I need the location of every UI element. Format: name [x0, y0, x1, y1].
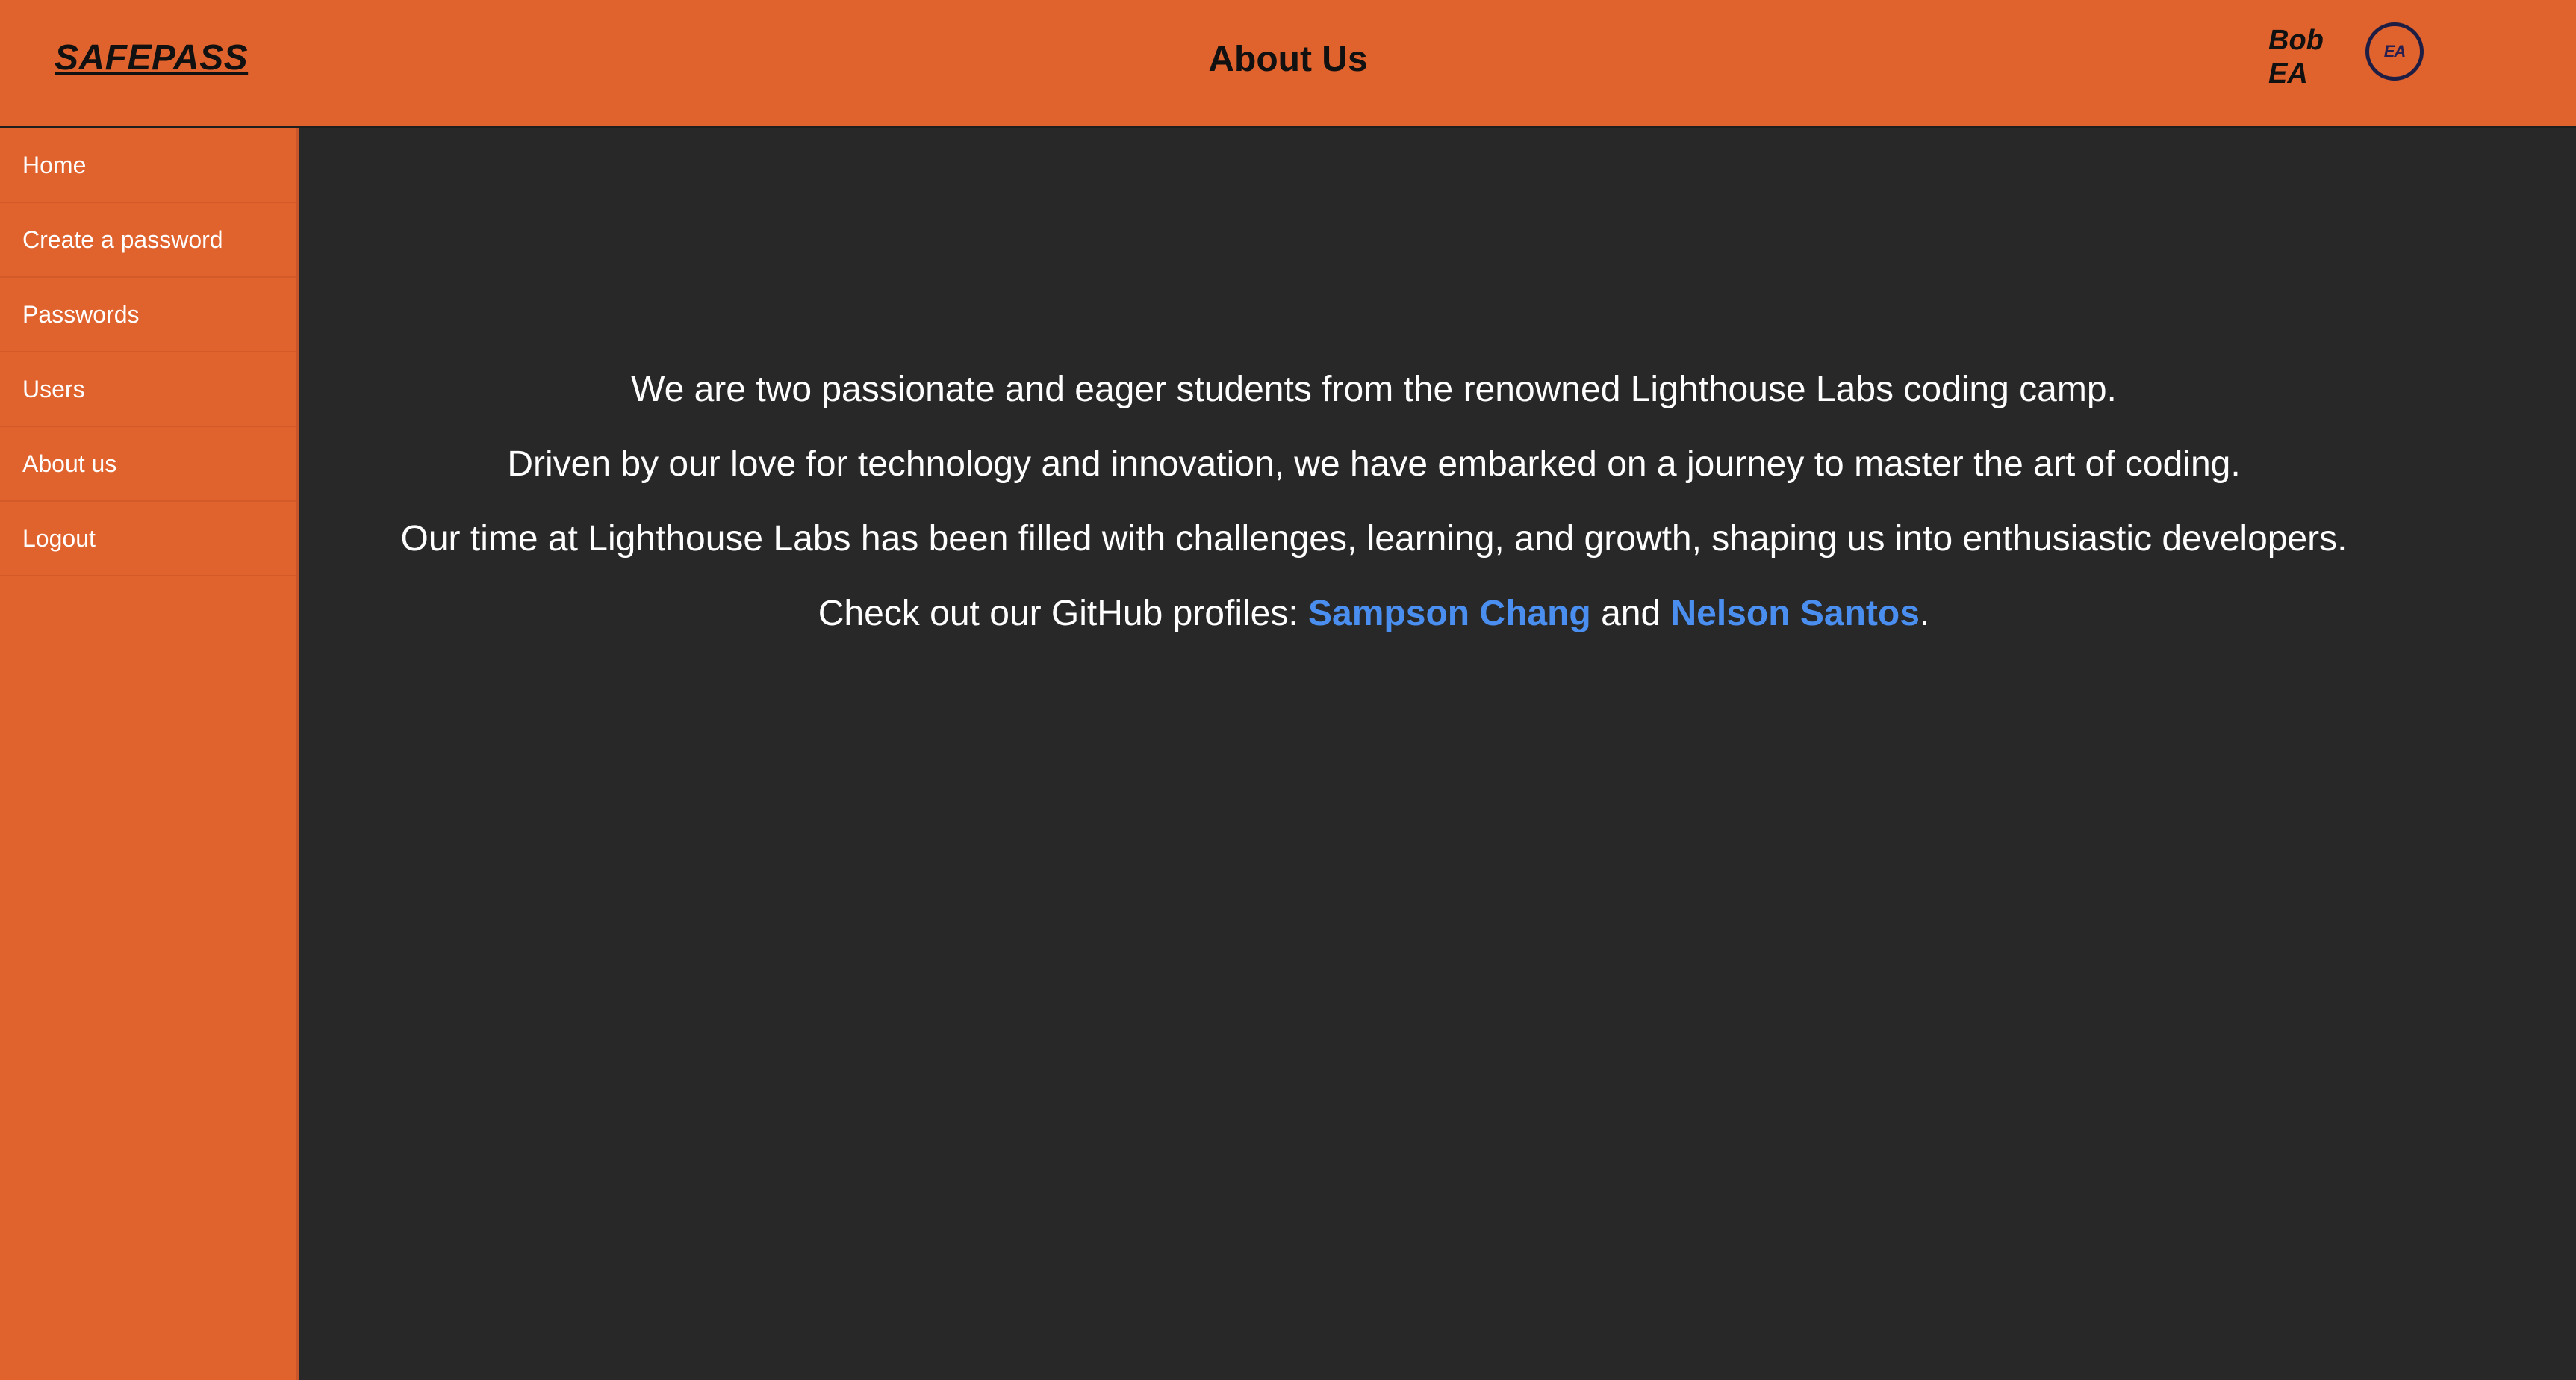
sidebar-item-create-password[interactable]: Create a password — [0, 203, 296, 278]
github-suffix: . — [1919, 594, 1930, 633]
github-prefix: Check out our GitHub profiles: — [818, 594, 1309, 633]
github-paragraph: Check out our GitHub profiles: Sampson C… — [299, 576, 2449, 651]
safepass-logo[interactable]: SAFEPASS — [55, 37, 248, 78]
about-paragraph: Driven by our love for technology and in… — [507, 444, 2241, 484]
sidebar-item-about-us[interactable]: About us — [0, 427, 296, 502]
main-content: We are two passionate and eager students… — [299, 128, 2576, 1380]
user-avatar[interactable]: EA — [2365, 22, 2424, 81]
github-link-sampson-chang[interactable]: Sampson Chang — [1308, 594, 1591, 633]
page-title: About Us — [1208, 40, 1368, 79]
about-text: We are two passionate and eager students… — [299, 352, 2449, 651]
sidebar-item-passwords[interactable]: Passwords — [0, 278, 296, 352]
sidebar: Home Create a password Passwords Users A… — [0, 128, 299, 1380]
user-name: Bob EA — [2268, 25, 2324, 90]
sidebar-item-users[interactable]: Users — [0, 352, 296, 427]
github-connector: and — [1590, 594, 1671, 633]
sidebar-item-logout[interactable]: Logout — [0, 502, 296, 576]
about-paragraph: We are two passionate and eager students… — [631, 370, 2117, 409]
sidebar-item-home[interactable]: Home — [0, 128, 296, 203]
github-link-nelson-santos[interactable]: Nelson Santos — [1671, 594, 1920, 633]
about-paragraph: Our time at Lighthouse Labs has been fil… — [400, 519, 2348, 559]
ea-logo-icon: EA — [2383, 42, 2407, 60]
top-header: SAFEPASS About Us Bob EA EA — [0, 0, 2576, 128]
